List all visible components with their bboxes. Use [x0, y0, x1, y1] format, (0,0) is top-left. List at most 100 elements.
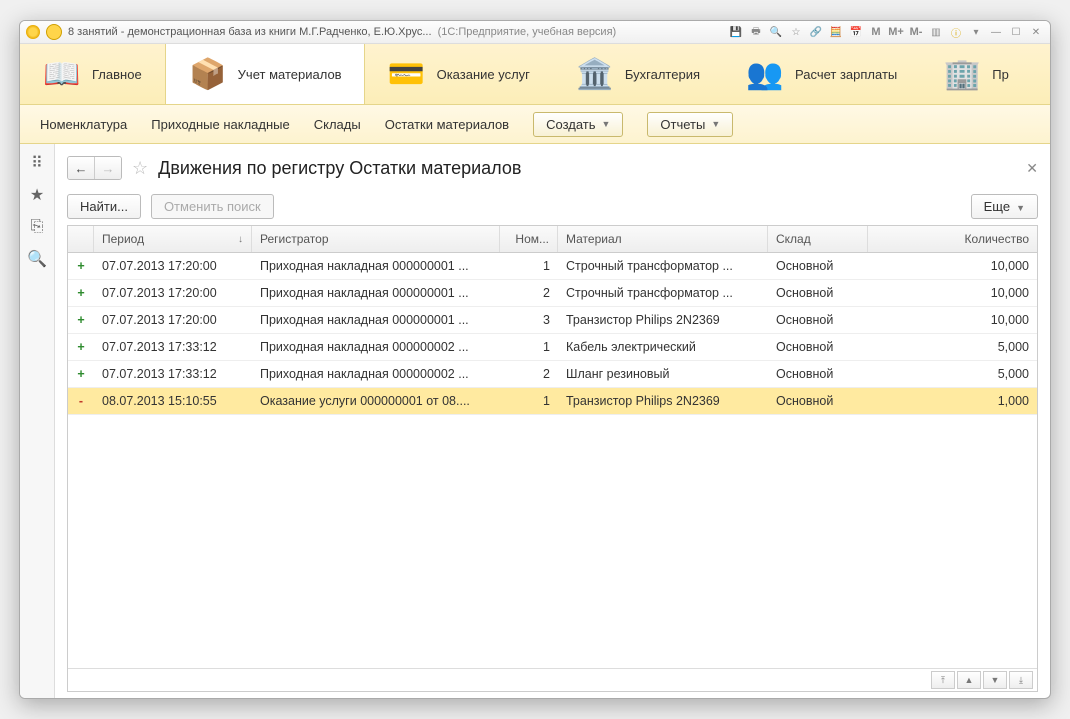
- calendar-icon[interactable]: 📅: [848, 25, 864, 39]
- search-icon[interactable]: 🔍: [28, 250, 46, 268]
- grid-body[interactable]: +07.07.2013 17:20:00Приходная накладная …: [68, 253, 1037, 668]
- row-registrar: Приходная накладная 000000002 ...: [252, 334, 500, 360]
- row-warehouse: Основной: [768, 307, 868, 333]
- section-label: Оказание услуг: [437, 67, 530, 82]
- section-icon: 💳: [387, 54, 427, 94]
- section-label: Пр: [992, 67, 1009, 82]
- section-2[interactable]: 💳 Оказание услуг: [365, 44, 553, 104]
- cmd-link-1[interactable]: Приходные накладные: [151, 117, 289, 132]
- scroll-up-button[interactable]: ▲: [957, 671, 981, 689]
- minimize-button[interactable]: —: [988, 25, 1004, 39]
- section-icon: 📖: [42, 54, 82, 94]
- row-period: 07.07.2013 17:20:00: [94, 280, 252, 306]
- print-icon[interactable]: 🖶: [748, 25, 764, 39]
- row-registrar: Приходная накладная 000000001 ...: [252, 307, 500, 333]
- body: ⠿ ★ ⎘ 🔍 ← → ☆ Движения по регистру Остат…: [20, 144, 1050, 698]
- row-number: 1: [500, 253, 558, 279]
- titlebar: 8 занятий - демонстрационная база из кни…: [20, 21, 1050, 44]
- section-4[interactable]: 👥 Расчет зарплаты: [723, 44, 920, 104]
- row-quantity: 5,000: [868, 334, 1037, 360]
- table-row[interactable]: +07.07.2013 17:33:12Приходная накладная …: [68, 334, 1037, 361]
- close-button[interactable]: ✕: [1028, 25, 1044, 39]
- app-dropdown-icon[interactable]: [46, 24, 62, 40]
- section-icon: 🏢: [942, 54, 982, 94]
- favorite-toggle[interactable]: ☆: [132, 158, 148, 179]
- save-icon[interactable]: 💾: [728, 25, 744, 39]
- row-number: 2: [500, 361, 558, 387]
- col-number[interactable]: Ном...: [500, 226, 558, 252]
- col-period[interactable]: Период↓: [94, 226, 252, 252]
- mminus-button[interactable]: M-: [908, 25, 924, 39]
- maximize-button[interactable]: ☐: [1008, 25, 1024, 39]
- nav-forward-button[interactable]: →: [94, 157, 121, 179]
- find-button[interactable]: Найти...: [67, 194, 141, 219]
- panels-icon[interactable]: ▥: [928, 25, 944, 39]
- section-label: Бухгалтерия: [625, 67, 700, 82]
- favorite-icon[interactable]: ☆: [788, 25, 804, 39]
- grid-header: Период↓ Регистратор Ном... Материал Скла…: [68, 226, 1037, 253]
- col-warehouse[interactable]: Склад: [768, 226, 868, 252]
- app-logo-icon: [26, 25, 40, 39]
- more-button[interactable]: Еще▼: [971, 194, 1038, 219]
- section-icon: 🏛️: [575, 54, 615, 94]
- mplus-button[interactable]: M+: [888, 25, 904, 39]
- row-warehouse: Основной: [768, 280, 868, 306]
- calc-icon[interactable]: 🧮: [828, 25, 844, 39]
- star-icon[interactable]: ★: [28, 186, 46, 204]
- preview-icon[interactable]: 🔍: [768, 25, 784, 39]
- row-material: Шланг резиновый: [558, 361, 768, 387]
- row-quantity: 1,000: [868, 388, 1037, 414]
- section-0[interactable]: 📖 Главное: [20, 44, 165, 104]
- row-material: Строчный трансформатор ...: [558, 253, 768, 279]
- section-label: Расчет зарплаты: [795, 67, 897, 82]
- row-quantity: 10,000: [868, 280, 1037, 306]
- section-label: Главное: [92, 67, 142, 82]
- commands-bar: Номенклатура Приходные накладные Склады Ост…: [20, 105, 1050, 144]
- table-row[interactable]: -08.07.2013 15:10:55Оказание услуги 0000…: [68, 388, 1037, 415]
- row-number: 2: [500, 280, 558, 306]
- col-quantity[interactable]: Количество: [868, 226, 1037, 252]
- app-subtitle: (1С:Предприятие, учебная версия): [438, 26, 617, 38]
- col-sign[interactable]: [68, 226, 94, 252]
- cancel-find-button[interactable]: Отменить поиск: [151, 194, 274, 219]
- table-row[interactable]: +07.07.2013 17:20:00Приходная накладная …: [68, 280, 1037, 307]
- scroll-down-button[interactable]: ▼: [983, 671, 1007, 689]
- table-row[interactable]: +07.07.2013 17:20:00Приходная накладная …: [68, 307, 1037, 334]
- row-warehouse: Основной: [768, 361, 868, 387]
- reports-button[interactable]: Отчеты▼: [647, 112, 733, 137]
- create-button[interactable]: Создать▼: [533, 112, 623, 137]
- section-3[interactable]: 🏛️ Бухгалтерия: [553, 44, 723, 104]
- clipboard-icon[interactable]: ⎘: [28, 218, 46, 236]
- row-number: 1: [500, 388, 558, 414]
- m-button[interactable]: M: [868, 25, 884, 39]
- page-close-button[interactable]: ✕: [1026, 160, 1038, 177]
- row-registrar: Оказание услуги 000000001 от 08....: [252, 388, 500, 414]
- apps-icon[interactable]: ⠿: [28, 154, 46, 172]
- page-header: ← → ☆ Движения по регистру Остатки матер…: [67, 152, 1038, 184]
- info-icon[interactable]: ⓘ: [948, 25, 964, 39]
- row-number: 3: [500, 307, 558, 333]
- cmd-link-3[interactable]: Остатки материалов: [385, 117, 509, 132]
- table-row[interactable]: +07.07.2013 17:20:00Приходная накладная …: [68, 253, 1037, 280]
- col-material[interactable]: Материал: [558, 226, 768, 252]
- row-warehouse: Основной: [768, 388, 868, 414]
- scroll-bottom-button[interactable]: ⤓: [1009, 671, 1033, 689]
- grid-footer: ⤒ ▲ ▼ ⤓: [68, 668, 1037, 691]
- nav-back-button[interactable]: ←: [68, 157, 94, 179]
- row-quantity: 10,000: [868, 307, 1037, 333]
- scroll-top-button[interactable]: ⤒: [931, 671, 955, 689]
- row-period: 08.07.2013 15:10:55: [94, 388, 252, 414]
- links-icon[interactable]: 🔗: [808, 25, 824, 39]
- sections-bar: 📖 Главное 📦Учет материалов 💳 Оказание услуг 🏛…: [20, 44, 1050, 105]
- section-icon: 👥: [745, 54, 785, 94]
- row-material: Кабель электрический: [558, 334, 768, 360]
- cmd-link-0[interactable]: Номенклатура: [40, 117, 127, 132]
- col-registrar[interactable]: Регистратор: [252, 226, 500, 252]
- section-5[interactable]: 🏢 Пр: [920, 44, 1032, 104]
- info-dd-icon[interactable]: ▾: [968, 25, 984, 39]
- caret-down-icon: ▼: [602, 119, 611, 129]
- table-row[interactable]: +07.07.2013 17:33:12Приходная накладная …: [68, 361, 1037, 388]
- cmd-link-2[interactable]: Склады: [314, 117, 361, 132]
- section-label: Учет материалов: [238, 67, 342, 82]
- section-1[interactable]: 📦Учет материалов: [165, 44, 365, 104]
